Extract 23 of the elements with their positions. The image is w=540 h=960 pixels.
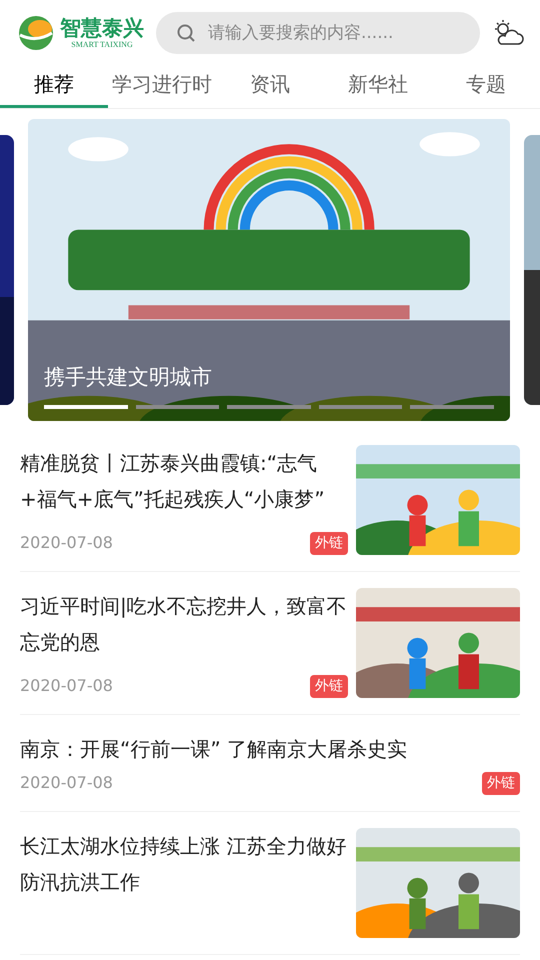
article-title[interactable]: 南京：开展“行前一课” 了解南京大屠杀史实 xyxy=(20,731,520,767)
search-icon xyxy=(176,23,196,43)
article-title[interactable]: 长江太湖水位持续上涨 江苏全力做好防汛抗洪工作 xyxy=(20,828,348,900)
logo-subtitle: SMART TAIXING xyxy=(71,40,133,48)
logo-icon xyxy=(16,13,56,53)
category-tab[interactable]: 专题 xyxy=(432,62,540,108)
category-tab[interactable]: 学习进行时 xyxy=(108,62,216,108)
link-tag: 外链 xyxy=(310,532,348,554)
logo-title: 智慧泰兴 xyxy=(60,18,144,38)
weather-icon[interactable] xyxy=(492,18,524,48)
category-tab[interactable]: 资讯 xyxy=(216,62,324,108)
article-date: 2020-07-08 xyxy=(20,772,113,794)
banner-card[interactable]: 携手共建文明城市 xyxy=(28,119,510,421)
link-tag: 外链 xyxy=(482,772,520,794)
search-field[interactable]: 请输入要搜索的内容...... xyxy=(156,12,480,54)
category-tab[interactable]: 推荐 xyxy=(0,62,108,108)
category-tab[interactable]: 新华社 xyxy=(324,62,432,108)
article-title[interactable]: 精准脱贫丨江苏泰兴曲霞镇:“志气+福气+底气”托起残疾人“小康梦” xyxy=(20,445,348,517)
banner-caption: 携手共建文明城市 xyxy=(44,364,213,390)
article-date: 2020-07-08 xyxy=(20,675,113,697)
article-date: 2020-07-08 xyxy=(20,532,113,554)
article-title[interactable]: 习近平时间|吃水不忘挖井人，致富不忘党的恩 xyxy=(20,588,348,660)
link-tag: 外链 xyxy=(310,674,348,698)
